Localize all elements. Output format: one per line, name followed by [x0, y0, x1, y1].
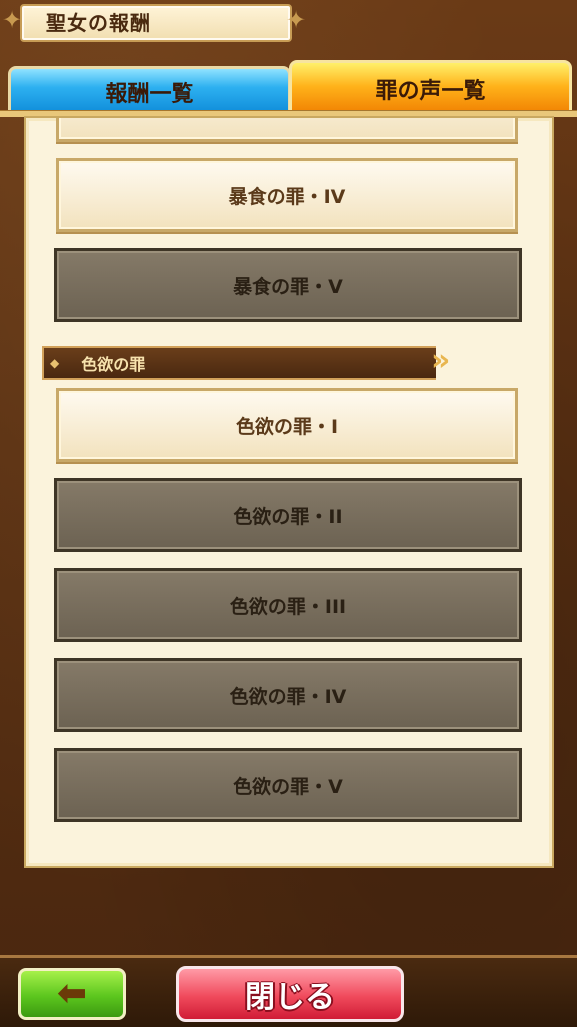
list-panel[interactable]: 暴食の罪・IV 暴食の罪・V ◆ 色欲の罪 » 色欲の罪・I 色欲の罪・II 色… — [24, 116, 554, 868]
title-plate: ✦ 聖女の報酬 ✦ — [0, 0, 320, 42]
list-item-lust-1[interactable]: 色欲の罪・I — [56, 388, 518, 462]
section-header-lust: ◆ 色欲の罪 — [42, 346, 436, 380]
list-item-lust-5[interactable]: 色欲の罪・V — [54, 748, 522, 822]
section-label: 色欲の罪 — [81, 355, 146, 374]
tab-sin-voice-list[interactable]: 罪の声一覧 — [289, 60, 572, 115]
list-item-label: 色欲の罪・III — [229, 595, 347, 618]
right-ornament-icon: ✦ — [286, 6, 307, 34]
list-item-label: 色欲の罪・V — [233, 775, 343, 798]
list-item-gluttony-4[interactable]: 暴食の罪・IV — [56, 158, 518, 232]
list-item-lust-4[interactable]: 色欲の罪・IV — [54, 658, 522, 732]
section-bullet-icon: ◆ — [50, 356, 60, 370]
list-item-partial[interactable] — [56, 118, 518, 142]
list-item-label: 色欲の罪・IV — [229, 685, 347, 708]
tab-label: 報酬一覧 — [105, 82, 194, 107]
list-item-label: 色欲の罪・II — [233, 505, 343, 528]
list-item-lust-3[interactable]: 色欲の罪・III — [54, 568, 522, 642]
tab-reward-list[interactable]: 報酬一覧 — [8, 66, 291, 115]
list-item-label: 暴食の罪・IV — [228, 185, 346, 208]
tab-label: 罪の声一覧 — [375, 79, 486, 104]
back-button[interactable]: ⬅ — [18, 968, 126, 1020]
section-chevron-icon: » — [431, 343, 451, 378]
page-title: 聖女の報酬 — [46, 11, 151, 35]
list-item-label: 暴食の罪・V — [233, 275, 343, 298]
close-button[interactable]: 閉じる — [176, 966, 404, 1022]
left-arrow-icon: ⬅ — [56, 973, 88, 1014]
list-item-lust-2[interactable]: 色欲の罪・II — [54, 478, 522, 552]
list-item-gluttony-5[interactable]: 暴食の罪・V — [54, 248, 522, 322]
close-button-label: 閉じる — [245, 980, 335, 1015]
list-item-label: 色欲の罪・I — [235, 415, 339, 438]
